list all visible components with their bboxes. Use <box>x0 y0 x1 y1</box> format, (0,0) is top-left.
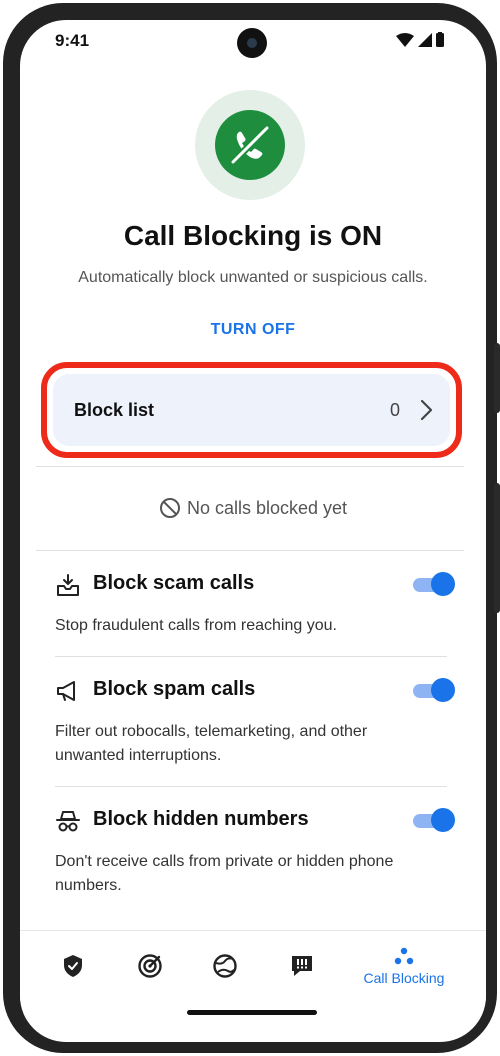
web-ball-icon <box>213 954 237 978</box>
setting-title: Block spam calls <box>93 678 256 700</box>
divider <box>36 550 464 551</box>
page-title: Call Blocking is ON <box>123 220 383 251</box>
setting-block-scam-calls: Block scam calls Stop fraudulent calls f… <box>55 572 455 652</box>
inbox-tray-icon <box>57 574 79 596</box>
block-hidden-toggle[interactable] <box>413 808 455 834</box>
setting-block-spam-calls: Block spam calls Filter out robocalls, t… <box>55 678 455 788</box>
phone-blocked-icon <box>230 125 270 165</box>
battery-icon <box>436 32 444 47</box>
bottom-nav: Call Blocking <box>20 930 486 1001</box>
turn-off-button[interactable]: TURN OFF <box>20 321 486 339</box>
nav-item-messages[interactable] <box>277 931 327 1001</box>
signal-icon <box>418 32 432 47</box>
setting-block-hidden-numbers: Block hidden numbers Don't receive calls… <box>55 808 455 918</box>
divider <box>36 466 464 467</box>
divider <box>55 656 447 657</box>
dots-icon <box>394 947 414 965</box>
alert-message-icon <box>292 956 312 976</box>
home-indicator[interactable] <box>187 1010 317 1015</box>
nav-item-web[interactable] <box>200 931 250 1001</box>
power-button <box>494 483 500 613</box>
status-bar: 9:41 <box>20 20 486 64</box>
empty-state: No calls blocked yet <box>20 497 486 519</box>
nav-item-scan[interactable] <box>125 931 175 1001</box>
setting-title: Block scam calls <box>93 572 255 594</box>
block-spam-toggle[interactable] <box>413 678 455 704</box>
nav-item-protection[interactable] <box>48 931 98 1001</box>
setting-description: Don't receive calls from private or hidd… <box>55 853 394 894</box>
status-icons <box>396 32 444 47</box>
block-list-label: Block list <box>74 400 155 420</box>
chevron-right-icon <box>420 399 433 421</box>
wifi-icon <box>396 32 414 47</box>
phone-frame: 9:41 Call Blocking is ON Automatically b… <box>3 3 500 1053</box>
setting-description: Stop fraudulent calls from reaching you. <box>55 617 337 634</box>
status-time: 9:41 <box>55 31 90 50</box>
setting-title: Block hidden numbers <box>93 808 309 830</box>
megaphone-icon <box>57 681 75 701</box>
shield-check-icon <box>64 955 82 977</box>
block-icon <box>159 498 180 518</box>
screen: 9:41 Call Blocking is ON Automatically b… <box>20 20 486 1042</box>
page-subtitle: Automatically block unwanted or suspicio… <box>78 269 428 286</box>
setting-description: Filter out robocalls, telemarketing, and… <box>55 723 368 764</box>
empty-state-text: No calls blocked yet <box>186 497 348 518</box>
block-scam-toggle[interactable] <box>413 572 455 598</box>
block-list-row[interactable]: Block list 0 <box>53 374 450 446</box>
target-icon <box>138 954 162 978</box>
front-camera <box>237 28 267 58</box>
volume-button <box>494 343 500 413</box>
divider <box>55 786 447 787</box>
call-blocked-badge <box>195 90 305 200</box>
nav-label: Call Blocking <box>363 970 445 986</box>
nav-item-call-blocking[interactable]: Call Blocking <box>354 931 454 1001</box>
incognito-icon <box>56 811 80 832</box>
block-list-count: 0 <box>389 400 400 420</box>
